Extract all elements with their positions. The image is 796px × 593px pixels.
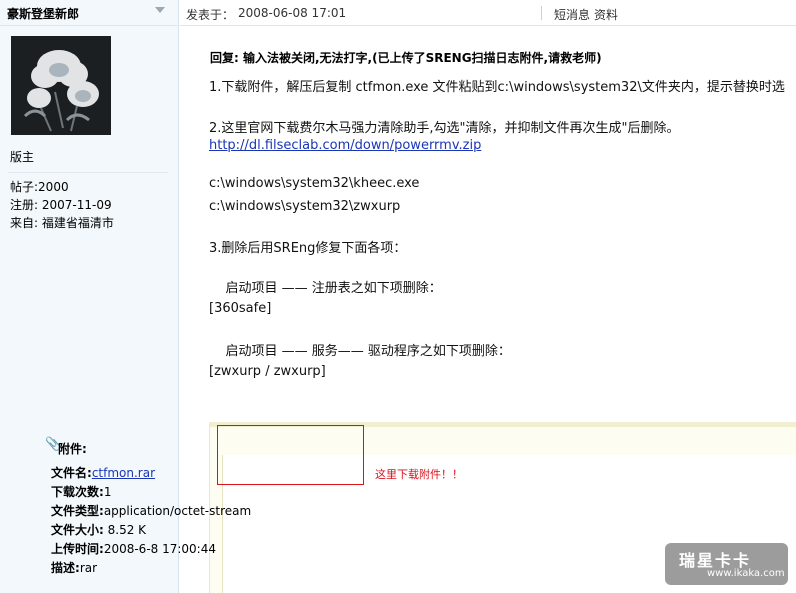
stat-location: 来自: 福建省福清市 — [10, 214, 114, 231]
file-path-kheec: c:\windows\system32\kheec.exe — [209, 176, 420, 191]
attachment-filetype-key: 文件类型: — [51, 504, 104, 518]
attachment-filesize: 文件大小: 8.52 K — [51, 521, 146, 538]
driver-heading: 启动项目 —— 服务—— 驱动程序之如下项删除： — [209, 344, 511, 359]
file-path-zwxurp: c:\windows\system32\zwxurp — [209, 199, 401, 214]
attachment-filename-link[interactable]: ctfmon.rar — [92, 466, 155, 480]
stat-registered-key: 注册: — [10, 198, 39, 212]
stat-posts-value: 2000 — [38, 180, 69, 194]
stat-location-key: 来自: — [10, 216, 39, 230]
attachment-downloads-value: 1 — [103, 485, 112, 499]
driver-item: [zwxurp / zwxurp] — [209, 364, 326, 379]
stat-posts-key: 帖子: — [10, 180, 39, 194]
profile-link[interactable]: 资料 — [594, 6, 618, 23]
attachment-label: 附件: — [58, 442, 87, 456]
author-username[interactable]: 豪斯登堡新郎 — [7, 5, 79, 22]
avatar — [11, 36, 111, 135]
post-time-label: 发表于： — [186, 8, 235, 22]
attachment-uploadtime: 上传时间:2008-6-8 17:00:44 — [51, 540, 216, 557]
attachment-downloads-key: 下载次数: — [51, 485, 104, 499]
stat-posts: 帖子:2000 — [10, 178, 69, 195]
highlight-box — [217, 425, 364, 485]
attachment-filesize-key: 文件大小: — [51, 523, 104, 537]
post-title: 回复: 输入法被关闭,无法打字,(已上传了SRENG扫描日志附件,请救老师) — [210, 51, 602, 65]
attachment-filesize-value: 8.52 K — [103, 523, 147, 537]
attachment-filename: 文件名:ctfmon.rar — [51, 464, 155, 481]
step-2-text: 2.这里官网下载费尔木马强力清除助手,勾选"清除，并抑制文件再次生成"后删除。 — [209, 121, 680, 136]
attachment-uploadtime-value: 2008-6-8 17:00:44 — [103, 542, 216, 556]
step-1-text: 1.下载附件，解压后复制 ctfmon.exe 文件粘贴到c:\windows\… — [209, 80, 785, 95]
attachment-description-key: 描述: — [51, 561, 80, 575]
divider — [8, 172, 168, 173]
header-divider — [541, 6, 542, 20]
stat-registered-value: 2007-11-09 — [41, 198, 112, 212]
step-3-text: 3.删除后用SREng修复下面各项： — [209, 241, 407, 256]
author-header: 豪斯登堡新郎 — [0, 0, 178, 26]
post-time: 2008-06-08 17:01 — [238, 6, 347, 20]
registry-item: [360safe] — [209, 301, 272, 316]
attachment-filetype-value: application/octet-stream — [103, 504, 252, 518]
download-note: 这里下载附件！！ — [375, 468, 463, 481]
attachment-filename-key: 文件名: — [51, 466, 92, 480]
author-rank: 版主 — [10, 150, 35, 164]
stat-registered: 注册: 2007-11-09 — [10, 196, 112, 213]
attachment-uploadtime-key: 上传时间: — [51, 542, 104, 556]
watermark-logo: 瑞星卡卡 www.ikaka.com — [665, 543, 788, 585]
post-header: 发表于： 2008-06-08 17:01 短消息 资料 — [180, 0, 796, 26]
stat-location-value: 福建省福清市 — [41, 216, 114, 230]
pm-link[interactable]: 短消息 — [554, 6, 590, 23]
registry-heading: 启动项目 —— 注册表之如下项删除： — [209, 281, 442, 296]
collapse-triangle-icon[interactable] — [155, 7, 165, 13]
attachment-description: 描述:rar — [51, 559, 97, 576]
attachment-downloads: 下载次数:1 — [51, 483, 111, 500]
flower-image — [11, 36, 111, 135]
watermark-url: www.ikaka.com — [707, 568, 785, 579]
attachment-filetype: 文件类型:application/octet-stream — [51, 502, 251, 519]
attachment-description-value: rar — [79, 561, 98, 575]
post-body: 发表于： 2008-06-08 17:01 短消息 资料 回复: 输入法被关闭,… — [180, 0, 796, 593]
download-url-link[interactable]: http://dl.filseclab.com/down/powerrmv.zi… — [209, 138, 481, 153]
